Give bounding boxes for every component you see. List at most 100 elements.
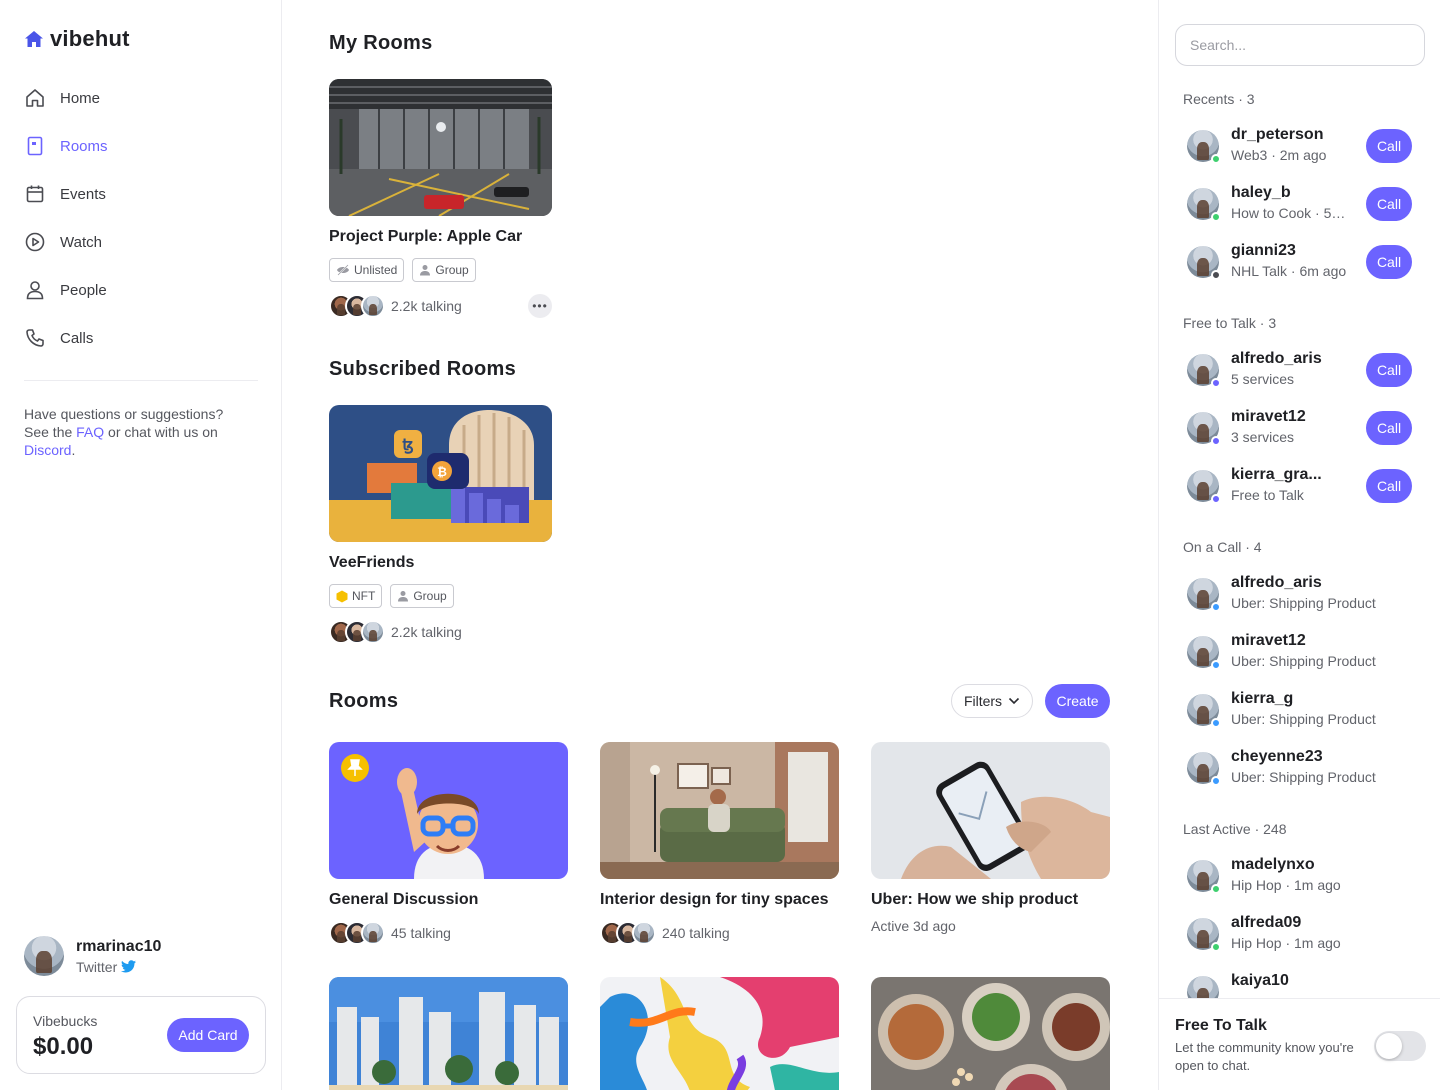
chevron-down-icon (1008, 697, 1020, 705)
person-description: Hip Hop · 1m ago (1231, 935, 1341, 951)
nav-item-calls[interactable]: Calls (24, 314, 260, 362)
nav-item-rooms[interactable]: Rooms (24, 122, 260, 170)
person-description: 3 services (1231, 429, 1295, 445)
person-description: Uber: Shipping Product (1231, 769, 1376, 785)
memoji-image (329, 742, 568, 879)
logo[interactable]: vibehut (24, 26, 130, 52)
avatar (361, 921, 385, 945)
person-name: alfredo_aris (1231, 350, 1322, 367)
talking-count: 240 talking (600, 921, 730, 945)
filters-dropdown[interactable]: Filters (951, 684, 1033, 718)
avatar (632, 921, 656, 945)
platform-label: Twitter (76, 958, 118, 975)
call-button[interactable]: Call (1366, 245, 1412, 279)
person-description: Web3 · 2m ago (1231, 147, 1327, 163)
room-title[interactable]: Project Purple: Apple Car (329, 228, 522, 246)
phone-hands-image (871, 742, 1110, 879)
person-row[interactable]: haley_b How to Cook · 5m... Call (1183, 184, 1415, 224)
avatar-stack (329, 620, 385, 644)
tag-label: Unlisted (354, 263, 398, 277)
avatar (361, 620, 385, 644)
person-row[interactable]: madelynxo Hip Hop · 1m ago (1183, 856, 1415, 896)
room-title[interactable]: VeeFriends (329, 554, 414, 572)
tag-label: Group (435, 263, 469, 277)
svg-text:₿: ₿ (437, 465, 447, 479)
tag-label: Group (413, 589, 447, 603)
nav-item-home[interactable]: Home (24, 74, 260, 122)
room-title[interactable]: General Discussion (329, 891, 478, 909)
room-thumbnail[interactable]: ꜩ ₿ (329, 405, 552, 542)
filters-label: Filters (963, 693, 1003, 709)
beach-city-image (329, 977, 568, 1090)
person-description: How to Cook · 5m... (1231, 205, 1349, 221)
call-button[interactable]: Call (1366, 411, 1412, 445)
status-indicator (1211, 660, 1221, 670)
room-title[interactable]: Interior design for tiny spaces (600, 891, 829, 909)
person-name: kaiya10 (1231, 972, 1289, 989)
tag-group: Group (412, 258, 476, 282)
person-row[interactable]: kierra_g Uber: Shipping Product (1183, 690, 1415, 730)
add-card-button[interactable]: Add Card (167, 1018, 249, 1052)
my-rooms-heading: My Rooms (329, 32, 433, 54)
faq-link[interactable]: FAQ (76, 424, 104, 440)
nav-item-events[interactable]: Events (24, 170, 260, 218)
create-room-button[interactable]: Create (1045, 684, 1110, 718)
status-indicator (1211, 212, 1221, 222)
nav-item-people[interactable]: People (24, 266, 260, 314)
calendar-icon (24, 183, 46, 205)
room-thumbnail[interactable] (600, 742, 839, 879)
person-name: miravet12 (1231, 632, 1306, 649)
person-row[interactable]: alfredo_aris 5 services Call (1183, 350, 1415, 390)
person-row[interactable]: alfredo_aris Uber: Shipping Product (1183, 574, 1415, 614)
room-thumbnail[interactable] (329, 977, 568, 1090)
person-row[interactable]: cheyenne23 Uber: Shipping Product (1183, 748, 1415, 788)
person-row[interactable]: dr_peterson Web3 · 2m ago Call (1183, 126, 1415, 166)
search-input[interactable] (1175, 24, 1425, 66)
person-name: madelynxo (1231, 856, 1315, 873)
person-name: alfreda09 (1231, 914, 1302, 931)
more-options-button[interactable]: ••• (528, 294, 552, 318)
room-tags: Unlisted Group (329, 258, 476, 282)
right-panel: Recents · 3 Free to Talk · 3 On a Call ·… (1158, 0, 1440, 1090)
eye-off-icon (337, 264, 349, 276)
left-sidebar: vibehut Home Rooms Events Watch People C… (0, 0, 282, 1090)
room-thumbnail[interactable] (329, 742, 568, 879)
status-indicator (1211, 154, 1221, 164)
person-name: haley_b (1231, 184, 1291, 201)
food-bowls-image (871, 977, 1110, 1090)
room-thumbnail[interactable] (600, 977, 839, 1090)
person-row[interactable]: miravet12 Uber: Shipping Product (1183, 632, 1415, 672)
nav-label: Home (60, 89, 101, 107)
status-indicator (1211, 884, 1221, 894)
user-platform: Twitter (76, 959, 161, 975)
free-to-talk-toggle[interactable] (1374, 1031, 1426, 1061)
person-row[interactable]: alfreda09 Hip Hop · 1m ago (1183, 914, 1415, 954)
call-button[interactable]: Call (1366, 129, 1412, 163)
free-to-talk-panel: Free To Talk Let the community know you'… (1159, 998, 1440, 1090)
on-a-call-heading: On a Call · 4 (1183, 539, 1262, 555)
call-button[interactable]: Call (1366, 469, 1412, 503)
avatar (24, 936, 64, 976)
talking-label: 45 talking (391, 925, 451, 941)
current-user[interactable]: rmarinac10 Twitter (24, 936, 161, 976)
call-button[interactable]: Call (1366, 353, 1412, 387)
room-thumbnail[interactable] (871, 977, 1110, 1090)
call-button[interactable]: Call (1366, 187, 1412, 221)
person-row[interactable]: kierra_gra... Free to Talk Call (1183, 466, 1415, 506)
help-text-part: . (71, 442, 76, 458)
room-thumbnail[interactable] (329, 79, 552, 216)
svg-text:ꜩ: ꜩ (402, 437, 413, 454)
person-row[interactable]: gianni23 NHL Talk · 6m ago Call (1183, 242, 1415, 282)
brand-name: vibehut (50, 26, 130, 51)
person-description: Hip Hop · 1m ago (1231, 877, 1341, 893)
room-thumbnail[interactable] (871, 742, 1110, 879)
status-indicator (1211, 942, 1221, 952)
tag-label: NFT (352, 589, 376, 603)
nav-item-watch[interactable]: Watch (24, 218, 260, 266)
talking-count: 45 talking (329, 921, 451, 945)
room-title[interactable]: Uber: How we ship product (871, 891, 1078, 909)
discord-link[interactable]: Discord (24, 442, 71, 458)
play-icon (24, 231, 46, 253)
person-row[interactable]: miravet12 3 services Call (1183, 408, 1415, 448)
person-description: NHL Talk · 6m ago (1231, 263, 1347, 279)
